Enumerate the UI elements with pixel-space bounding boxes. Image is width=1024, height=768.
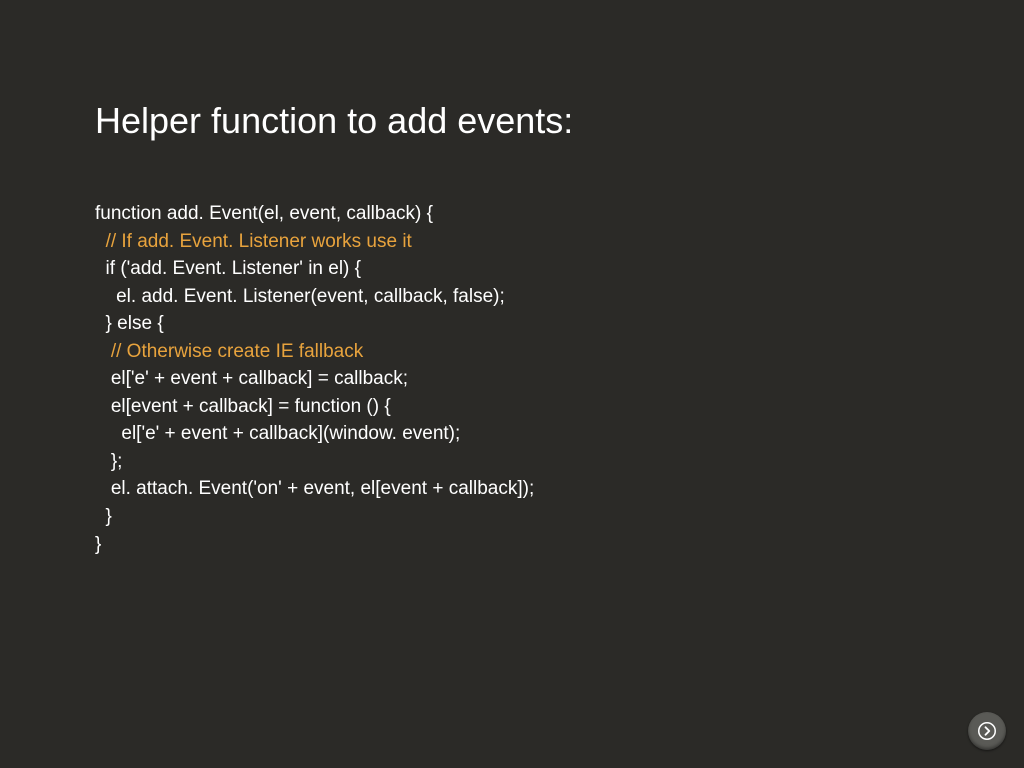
chevron-right-icon [978,722,996,740]
code-comment: // Otherwise create IE fallback [111,341,363,362]
code-line: el['e' + event + callback] = callback; [95,368,408,389]
code-line: if ('add. Event. Listener' in el) { [95,258,361,279]
code-indent [95,341,111,362]
code-line: }; [95,451,122,472]
code-line: el['e' + event + callback](window. event… [95,423,460,444]
slide-title: Helper function to add events: [95,100,929,142]
code-line: el. attach. Event('on' + event, el[event… [95,478,534,499]
code-line: } [95,506,112,527]
next-button[interactable] [968,712,1006,750]
code-indent [95,231,106,252]
code-comment: // If add. Event. Listener works use it [106,231,412,252]
code-line: el. add. Event. Listener(event, callback… [95,286,505,307]
slide: Helper function to add events: function … [0,0,1024,558]
code-block: function add. Event(el, event, callback)… [95,200,929,558]
code-line: function add. Event(el, event, callback)… [95,203,433,224]
code-line: el[event + callback] = function () { [95,396,391,417]
code-line: } else { [95,313,164,334]
code-line: } [95,534,101,555]
